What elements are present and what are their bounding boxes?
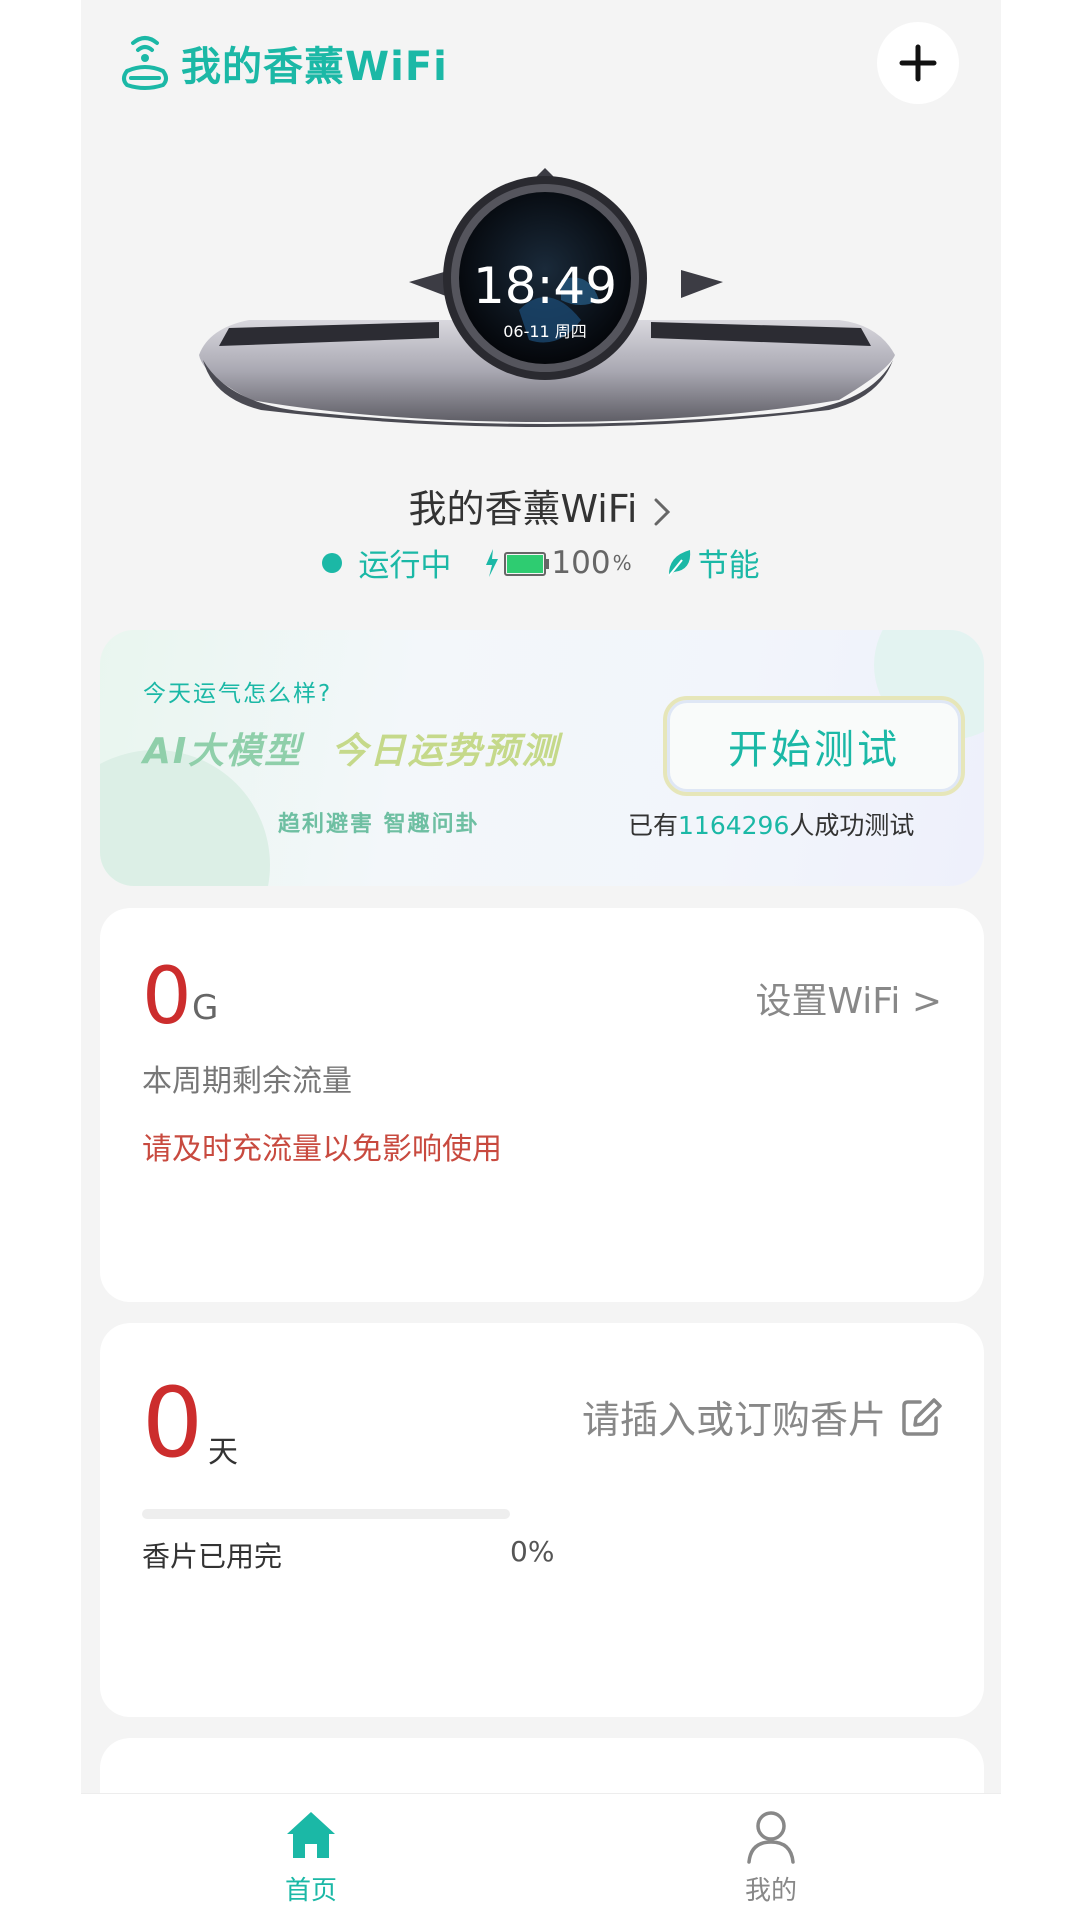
leaf-icon: [667, 549, 690, 577]
count-suffix: 人成功测试: [789, 811, 915, 840]
promo-headline: AI大模型 今日运势预测: [143, 722, 559, 774]
tab-me[interactable]: 我的: [691, 1808, 851, 1907]
start-test-button[interactable]: 开始测试: [663, 696, 965, 796]
battery-value: 100: [551, 544, 611, 581]
scent-days-unit: 天: [208, 1435, 238, 1470]
scent-action-label: 请插入或订购香片: [581, 1398, 886, 1442]
add-device-button[interactable]: [877, 22, 959, 104]
promo-question: 今天运气怎么样?: [143, 681, 333, 707]
fortune-promo-banner[interactable]: 今天运气怎么样? AI大模型 今日运势预测 趋利避害 智趣问卦 开始测试 已有1…: [100, 630, 984, 886]
eco-mode: 节能: [697, 548, 760, 584]
data-traffic-card: 0 G 设置WiFi > 本周期剩余流量 请及时充流量以免影响使用: [100, 908, 984, 1302]
wifi-diffuser-logo-icon: [122, 36, 168, 90]
scent-status-label: 香片已用完: [142, 1540, 283, 1573]
device-name-link[interactable]: 我的香薰WiFi: [81, 478, 1001, 533]
device-image[interactable]: 18:49 06-11 周四: [189, 160, 901, 450]
scent-days-value: 0: [142, 1367, 204, 1479]
app-screen: 我的香薰WiFi 18:49 06-11 周四 我的香薰WiFi 运行中 100…: [81, 0, 1001, 1920]
edit-icon: [902, 1397, 942, 1436]
promo-subtitle: 趋利避害 智趣问卦: [278, 812, 480, 837]
tab-me-label: 我的: [744, 1876, 797, 1906]
battery-unit: %: [612, 550, 632, 575]
brand-header: 我的香薰WiFi: [119, 30, 448, 96]
scent-cartridge-card: 0 天 请插入或订购香片 香片已用完 0%: [100, 1323, 984, 1717]
battery-charging-icon: [486, 548, 550, 577]
setup-wifi-link[interactable]: 设置WiFi >: [755, 972, 942, 1024]
traffic-unit: G: [192, 988, 219, 1028]
device-screen-date: 06-11 周四: [503, 322, 587, 341]
device-name: 我的香薰WiFi: [408, 487, 638, 531]
home-icon: [287, 1812, 335, 1858]
user-icon: [747, 1811, 795, 1864]
app-title: 我的香薰WiFi: [181, 44, 448, 90]
tab-home[interactable]: 首页: [231, 1808, 391, 1907]
device-status-row: 运行中 100% 节能: [81, 540, 1001, 585]
plus-icon: [899, 44, 937, 82]
promo-headline-fortune: 今日运势预测: [331, 731, 560, 772]
recharge-warning: 请及时充流量以免影响使用: [142, 1132, 502, 1167]
running-dot-icon: [322, 552, 343, 573]
device-screen-time: 18:49: [472, 257, 618, 315]
traffic-label: 本周期剩余流量: [142, 1064, 352, 1099]
chevron-right-icon: [654, 498, 671, 525]
remaining-traffic-value: 0: [142, 952, 192, 1042]
count-prefix: 已有: [628, 811, 679, 840]
scent-progress-bar: [142, 1509, 510, 1519]
running-status: 运行中: [358, 548, 452, 584]
tab-home-label: 首页: [284, 1876, 337, 1906]
insert-or-order-scent-link[interactable]: 请插入或订购香片: [582, 1389, 942, 1444]
promo-headline-ai: AI大模型: [143, 731, 303, 772]
count-number: 1164296: [678, 811, 790, 840]
promo-test-count: 已有1164296人成功测试: [628, 806, 914, 842]
scent-percent: 0%: [510, 1535, 555, 1568]
bottom-tab-bar: 首页 我的: [81, 1793, 1001, 1920]
battery-status: 100%: [485, 544, 632, 581]
